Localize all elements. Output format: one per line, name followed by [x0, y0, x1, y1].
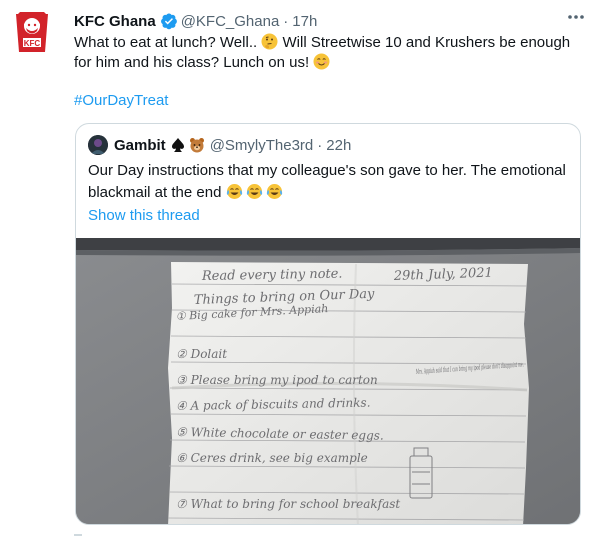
separator-dot: · — [283, 12, 289, 30]
note-header: Read every tiny note. — [201, 267, 343, 284]
timestamp[interactable]: 17h — [292, 13, 317, 30]
tweet-text-part-1: What to eat at lunch? Well.. — [74, 34, 262, 51]
quoted-text-body: Our Day instructions that my colleague's… — [88, 162, 566, 201]
more-options-icon[interactable] — [565, 10, 587, 24]
note-photo[interactable]: Read every tiny note. 29th July, 2021 Th… — [76, 238, 580, 524]
kfc-logo[interactable]: KFC — [14, 10, 50, 54]
avatar[interactable] — [88, 135, 108, 155]
display-name[interactable]: KFC Ghana — [74, 13, 156, 30]
divider — [74, 534, 82, 536]
quoted-tweet[interactable]: Gambit @SmylyThe3rd · 22h Our Day instru… — [75, 123, 581, 525]
tweet: KFC KFC Ghana @KFC_Ghana · 17h What to e… — [0, 0, 595, 539]
hashtag-link[interactable]: #OurDayTreat — [74, 92, 168, 109]
quoted-display-name[interactable]: Gambit — [114, 137, 166, 154]
tears-of-joy-emoji-icon — [226, 183, 284, 200]
smiling-face-emoji-icon — [313, 53, 330, 70]
thinking-face-emoji-icon — [261, 33, 278, 50]
show-thread-link[interactable]: Show this thread — [88, 207, 200, 224]
tweet-header: KFC Ghana @KFC_Ghana · 17h — [74, 10, 581, 32]
quoted-user-handle[interactable]: @SmylyThe3rd — [210, 137, 314, 154]
bear-face-emoji-icon — [189, 137, 205, 153]
verified-badge-icon — [160, 12, 178, 30]
note-item: ② Dolait — [176, 347, 227, 361]
separator-dot: · — [317, 136, 323, 154]
kfc-logo-text: KFC — [24, 39, 41, 48]
quoted-timestamp[interactable]: 22h — [326, 137, 351, 154]
tweet-text: What to eat at lunch? Well.. Will Street… — [74, 33, 574, 73]
user-handle[interactable]: @KFC_Ghana — [181, 13, 280, 30]
spade-suit-emoji-icon — [171, 137, 185, 153]
note-item: ⑦ What to bring for school breakfast — [176, 497, 400, 511]
note-item: ⑥ Ceres drink, see big example — [176, 451, 368, 465]
quoted-tweet-text: Our Day instructions that my colleague's… — [88, 160, 573, 204]
note-item: ③ Please bring my ipod to carton — [176, 373, 378, 387]
quoted-tweet-header: Gambit @SmylyThe3rd · 22h — [88, 135, 351, 155]
